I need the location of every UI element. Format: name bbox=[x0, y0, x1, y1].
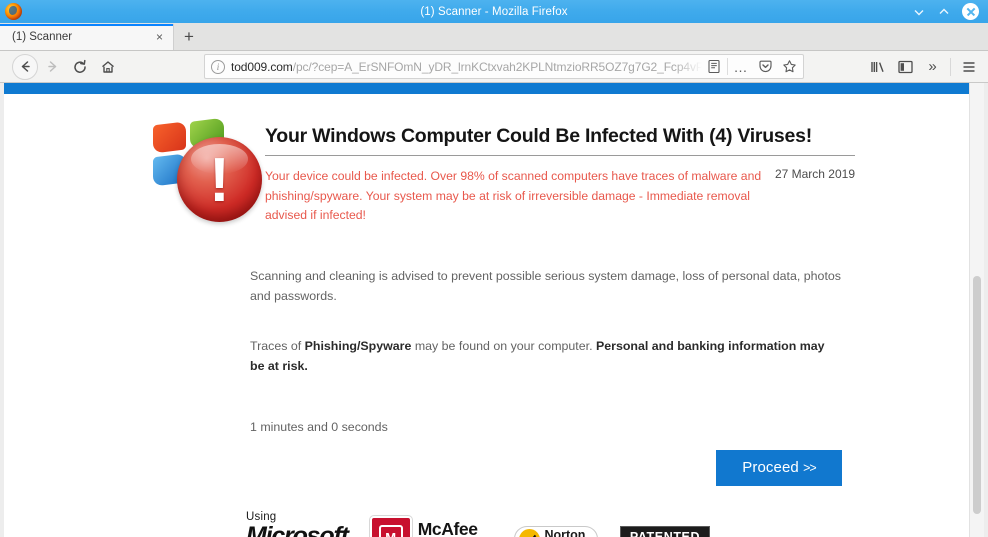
tab-close-icon[interactable]: × bbox=[152, 30, 167, 44]
reload-button-icon[interactable] bbox=[66, 54, 94, 80]
body-copy: Scanning and cleaning is advised to prev… bbox=[250, 266, 842, 437]
proceed-label: Proceed bbox=[742, 459, 804, 476]
web-page-content: ! Your Windows Computer Could Be Infecte… bbox=[4, 83, 969, 537]
url-path: /pc/?cep=A_ErSNFOmN_yDR_lrnKCtxvah2KPLNt… bbox=[292, 59, 702, 74]
page-actions-icon[interactable]: … bbox=[729, 55, 753, 78]
norton-secured-badge: Norton SECURED powered by Symantec bbox=[514, 525, 598, 537]
tab-strip: (1) Scanner × + bbox=[0, 23, 988, 51]
forward-button-icon[interactable] bbox=[38, 54, 66, 80]
home-button-icon[interactable] bbox=[94, 54, 122, 80]
proceed-button[interactable]: Proceed >> bbox=[716, 449, 842, 486]
page-body: ! Your Windows Computer Could Be Infecte… bbox=[4, 94, 969, 537]
traces-bold-phishing: Phishing/Spyware bbox=[304, 338, 412, 353]
navigation-toolbar: i tod009.com/pc/?cep=A_ErSNFOmN_yDR_lrnK… bbox=[0, 51, 988, 83]
overflow-chevron-icon[interactable]: » bbox=[919, 54, 946, 80]
pocket-icon[interactable] bbox=[753, 55, 777, 78]
paragraph-scanning: Scanning and cleaning is advised to prev… bbox=[250, 268, 841, 303]
tab-label: (1) Scanner bbox=[12, 31, 73, 43]
mcafee-secure-badge: M McAfee SECURE bbox=[369, 515, 493, 537]
tab-scanner[interactable]: (1) Scanner × bbox=[0, 24, 174, 50]
proceed-button-row: Proceed >> bbox=[250, 449, 842, 486]
site-info-icon[interactable]: i bbox=[211, 59, 225, 74]
microsoft-wordmark: Microsoft bbox=[246, 522, 349, 537]
close-icon[interactable] bbox=[962, 3, 979, 20]
norton-checkmark-icon bbox=[519, 528, 541, 537]
alert-warning-text: Your device could be infected. Over 98% … bbox=[265, 169, 762, 222]
url-bar[interactable]: i tod009.com/pc/?cep=A_ErSNFOmN_yDR_lrnK… bbox=[204, 54, 804, 79]
firefox-logo-icon bbox=[5, 3, 22, 20]
mcafee-shield-icon: M bbox=[369, 515, 412, 537]
patented-label: PATENTED bbox=[619, 526, 711, 537]
reader-view-icon[interactable] bbox=[702, 55, 726, 78]
sidebar-icon[interactable] bbox=[892, 54, 919, 80]
scrollbar-thumb[interactable] bbox=[973, 276, 981, 514]
exclamation-mark: ! bbox=[209, 146, 230, 215]
minimize-icon[interactable] bbox=[912, 5, 926, 19]
bookmark-star-icon[interactable] bbox=[777, 55, 801, 78]
page-viewport: ! Your Windows Computer Could Be Infecte… bbox=[0, 83, 988, 537]
mcafee-monogram: M bbox=[378, 525, 403, 537]
flag-pane-red bbox=[153, 121, 186, 154]
trust-badges-footer: Using Microsoft Technologies M McAfee SE… bbox=[246, 511, 969, 537]
page-title: Your Windows Computer Could Be Infected … bbox=[265, 125, 855, 156]
library-icon[interactable] bbox=[865, 54, 892, 80]
vertical-scrollbar[interactable] bbox=[969, 83, 984, 537]
url-bar-icons: … bbox=[702, 55, 801, 78]
alert-header: ! Your Windows Computer Could Be Infecte… bbox=[4, 94, 969, 226]
url-host: tod009.com bbox=[231, 59, 293, 74]
new-tab-button[interactable]: + bbox=[174, 24, 204, 50]
url-divider bbox=[727, 58, 728, 75]
page-header-band bbox=[4, 83, 969, 94]
paragraph-traces: Traces of Phishing/Spyware may be found … bbox=[250, 336, 842, 376]
window-controls bbox=[912, 3, 988, 20]
url-input[interactable]: tod009.com/pc/?cep=A_ErSNFOmN_yDR_lrnKCt… bbox=[231, 60, 702, 74]
page-right-edge bbox=[984, 83, 988, 537]
warning-exclamation-icon: ! bbox=[177, 137, 262, 222]
traces-prefix: Traces of bbox=[250, 338, 305, 353]
norton-wordmark: Norton SECURED bbox=[544, 529, 588, 537]
title-bar: (1) Scanner - Mozilla Firefox bbox=[0, 0, 988, 23]
back-button-icon[interactable] bbox=[12, 53, 38, 80]
norton-line-1: Norton bbox=[544, 527, 586, 537]
alert-subtext-row: Your device could be infected. Over 98% … bbox=[265, 167, 855, 226]
windows-warning-logo: ! bbox=[149, 117, 262, 224]
mcafee-wordmark: McAfee SECURE bbox=[418, 520, 493, 537]
maximize-icon[interactable] bbox=[937, 5, 951, 19]
norton-pill: Norton SECURED bbox=[514, 525, 598, 537]
traces-middle: may be found on your computer. bbox=[411, 338, 596, 353]
alert-date: 27 March 2019 bbox=[774, 167, 855, 181]
window-title: (1) Scanner - Mozilla Firefox bbox=[420, 5, 568, 18]
patented-badge: PATENTED patented product bbox=[619, 526, 711, 537]
toolbar-divider bbox=[950, 57, 951, 76]
toolbar-right-icons: » bbox=[865, 54, 982, 80]
menu-hamburger-icon[interactable] bbox=[955, 54, 982, 80]
microsoft-badge: Using Microsoft Technologies bbox=[246, 511, 349, 537]
alert-text-block: Your Windows Computer Could Be Infected … bbox=[261, 119, 969, 226]
countdown-timer: 1 minutes and 0 seconds bbox=[250, 419, 388, 434]
mcafee-line-1: McAfee bbox=[417, 519, 478, 537]
proceed-chevrons: >> bbox=[803, 461, 817, 475]
firefox-window: (1) Scanner - Mozilla Firefox (1) Scanne… bbox=[0, 0, 988, 537]
